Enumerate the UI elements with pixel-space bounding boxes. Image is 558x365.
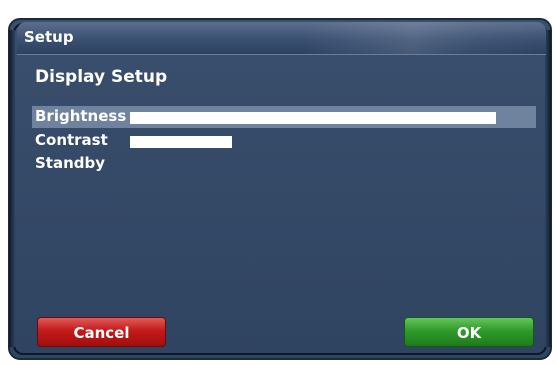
- menu-item-label: Contrast: [35, 131, 108, 149]
- contrast-level-bar[interactable]: [130, 136, 232, 148]
- menu-item-standby[interactable]: Standby: [32, 153, 536, 175]
- menu-item-label: Brightness: [35, 107, 127, 125]
- brightness-level-bar[interactable]: [130, 112, 496, 124]
- menu-item-brightness[interactable]: Brightness: [32, 106, 536, 128]
- page-heading: Display Setup: [35, 67, 168, 87]
- title-bar-sheen: [306, 22, 546, 54]
- title-bar: [17, 22, 546, 55]
- menu-item-label: Standby: [35, 154, 106, 172]
- window-title: Setup: [24, 28, 74, 46]
- cancel-button[interactable]: Cancel: [37, 317, 166, 347]
- ok-button[interactable]: OK: [404, 317, 534, 347]
- dialog-right-edge: [545, 30, 551, 347]
- dialog-left-edge: [9, 30, 15, 347]
- menu-item-contrast[interactable]: Contrast: [32, 130, 536, 152]
